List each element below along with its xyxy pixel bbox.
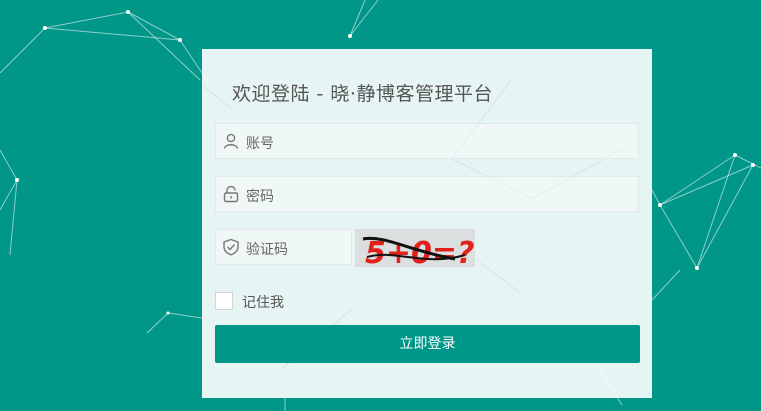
captcha-graphic: 5+0=? (355, 229, 475, 267)
login-button[interactable]: 立即登录 (215, 325, 640, 363)
password-placeholder: 密码 (246, 189, 274, 205)
lock-icon (223, 185, 239, 203)
username-field[interactable]: 账号 (215, 123, 639, 159)
captcha-field[interactable]: 验证码 (215, 229, 352, 265)
captcha-image[interactable]: 5+0=? (355, 229, 475, 267)
user-icon (223, 133, 239, 149)
captcha-placeholder: 验证码 (246, 242, 288, 258)
shield-check-icon (223, 238, 239, 256)
page-title: 欢迎登陆 - 晓·静博客管理平台 (232, 83, 493, 105)
remember-label: 记住我 (242, 295, 284, 311)
password-field[interactable]: 密码 (215, 176, 639, 212)
username-placeholder: 账号 (246, 136, 274, 152)
login-panel: 欢迎登陆 - 晓·静博客管理平台 账号 密码 验证码 5+0=? 记住我 立即登… (202, 49, 652, 398)
remember-checkbox[interactable] (215, 292, 233, 310)
